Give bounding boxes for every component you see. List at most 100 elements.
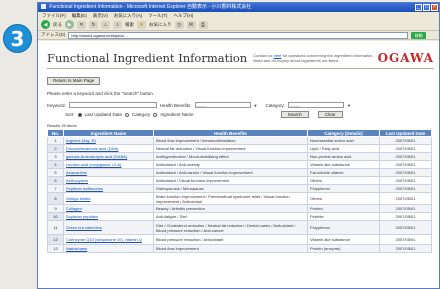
health-benefits-cell: Anti-fatigue / Diet (153, 212, 308, 221)
back-label: 戻る (53, 21, 62, 27)
window-controls: _ □ × (415, 4, 438, 11)
table-body: 1 Arginine (Arg, R) Blood flow improvement… (47, 136, 432, 253)
search-row: Keyword: Health Benefits: ------- ▼ Cate… (47, 102, 434, 108)
menu-view[interactable]: 表示(V) (93, 12, 108, 19)
row-number: 4 (47, 160, 64, 169)
row-number: 5 (47, 168, 64, 177)
row-number: 7 (47, 184, 64, 193)
minimize-button[interactable]: _ (415, 4, 422, 11)
date-cell: 2007/05/01 (379, 144, 432, 153)
date-cell: 2007/05/01 (379, 136, 432, 145)
date-cell: 2007/05/01 (379, 168, 432, 177)
col-header-date[interactable]: Last Updated Date (379, 129, 432, 137)
ingredient-name-link[interactable]: Green tea catechins (63, 220, 154, 235)
mail-icon[interactable]: ✉ (186, 20, 196, 29)
print-icon[interactable]: ⎙ (198, 20, 208, 29)
ingredient-name-link[interactable]: Arginine (Arg, R) (63, 136, 154, 145)
sort-date-radio[interactable] (77, 112, 82, 117)
ingredient-name-link[interactable]: Linoleic acid (conjugated, CLA) (63, 160, 154, 169)
keyword-input[interactable] (68, 102, 157, 108)
table-row: 5 Astaxanthin Antioxidant / Anti-cancer / … (47, 168, 432, 177)
row-number: 6 (47, 176, 64, 185)
sort-label: Sort: (65, 112, 75, 117)
ingredient-name-link[interactable]: Anthocyanin (63, 176, 154, 185)
ingredient-name-link[interactable]: Coenzyme Q10 (ubiquinone 10), vitamin Q (63, 234, 154, 245)
table-row: 6 Anthocyanin Antioxidant / Visual functio… (47, 176, 432, 185)
stop-icon[interactable]: ✕ (77, 20, 86, 29)
category-cell: Protein (enzyme) (307, 244, 380, 253)
date-cell: 2007/05/01 (379, 176, 432, 185)
table-row: 1 Arginine (Arg, R) Blood flow improvement… (47, 136, 432, 145)
back-arrow-icon: ◀ (43, 21, 48, 28)
date-cell: 2007/05/01 (379, 204, 432, 213)
sort-category-radio[interactable] (125, 112, 130, 117)
address-input[interactable]: http://www4.ogawa.net/topics/... (68, 31, 409, 39)
table-row: 11 Green tea catechins Diet / Cholesterol … (47, 220, 432, 235)
health-benefits-cell: Antioxidant / Anti-cancer / Visual funct… (153, 168, 308, 177)
date-cell: 2007/05/01 (379, 152, 432, 161)
category-cell: Polyphenol (307, 220, 380, 235)
category-cell: Fat-soluble vitamin (307, 168, 380, 177)
favorites-label[interactable]: お気に入り (149, 22, 172, 28)
ingredient-name-link[interactable]: Astaxanthin (63, 168, 154, 177)
search-icon[interactable]: ⌕ (113, 20, 122, 29)
col-header-benefits[interactable]: Health Benefits (153, 129, 308, 137)
return-main-button[interactable]: Return to Main Page (47, 77, 101, 85)
menu-edit[interactable]: 編集(E) (72, 12, 87, 19)
home-icon[interactable]: ⌂ (101, 20, 110, 29)
col-header-no[interactable]: No. (47, 129, 64, 137)
health-benefits-cell: Brain function improvement / Premenstrua… (153, 192, 308, 205)
row-number: 10 (47, 212, 64, 221)
forward-button[interactable]: ▶ (65, 20, 74, 29)
row-number: 3 (47, 152, 64, 161)
menu-favorites[interactable]: お気に入り(A) (114, 12, 143, 19)
sort-name-radio[interactable] (153, 112, 158, 117)
note-suffix: for questions concerning the ingredient … (253, 52, 373, 63)
maximize-button[interactable]: □ (423, 4, 430, 11)
col-header-category[interactable]: Category (Details) (307, 129, 380, 137)
close-button[interactable]: × (431, 4, 438, 11)
benefits-select[interactable]: ------- (194, 102, 251, 108)
category-select[interactable]: ------- (288, 102, 345, 108)
go-button[interactable]: 移動 (411, 31, 427, 39)
ingredient-name-link[interactable]: Ginkgo biloba (63, 192, 154, 205)
browser-toolbar: ◀ 戻る ▶ ✕ ↻ ⌂ ⌕ 検索 ★ お気に入り ◷ ✉ ⎙ (38, 19, 439, 31)
keyword-label: Keyword: (47, 102, 66, 108)
back-button[interactable]: ◀ (41, 20, 50, 29)
forward-arrow-icon: ▶ (67, 21, 72, 28)
refresh-icon[interactable]: ↻ (89, 20, 98, 29)
favorites-icon[interactable]: ★ (137, 20, 146, 29)
category-cell: Protein (307, 204, 380, 213)
row-number: 1 (47, 136, 64, 145)
search-button[interactable]: Search (280, 111, 309, 118)
health-benefits-cell: Antioxidant / Visual function improvemen… (153, 176, 308, 185)
ingredient-name-link[interactable]: Docosahexaenoic acid (DHA) (63, 144, 154, 153)
category-label: Category: (265, 102, 286, 108)
date-cell: 2007/05/01 (379, 192, 432, 205)
ingredient-name-link[interactable]: Collagen (63, 204, 154, 213)
health-benefits-cell: Antioxidant / Anti-obesity (153, 160, 308, 169)
search-label[interactable]: 検索 (125, 22, 134, 28)
ingredient-name-link[interactable]: gamma-Aminobutyric acid (GABA) (63, 152, 154, 161)
menu-file[interactable]: ファイル(F) (42, 12, 66, 19)
ingredient-name-link[interactable]: Nattokinase (63, 244, 154, 253)
table-row: 12 Coenzyme Q10 (ubiquinone 10), vitamin … (47, 234, 432, 245)
menu-help[interactable]: ヘルプ(H) (174, 12, 194, 19)
menu-tools[interactable]: ツール(T) (148, 12, 167, 19)
health-benefits-cell: Beauty / Arthritis prevention (153, 204, 308, 213)
history-icon[interactable]: ◷ (174, 20, 184, 29)
chevron-down-icon: ▼ (347, 102, 351, 108)
step-badge: 3 (3, 24, 32, 53)
search-instruction: Please enter a keyword and click the "Se… (47, 91, 155, 96)
category-cell: Others (307, 176, 380, 185)
ingredient-name-link[interactable]: Soybean isoflavones (63, 184, 154, 193)
health-benefits-cell: Osteoporosis / Menopause (153, 184, 308, 193)
browser-window: Functional Ingredient Information - Micr… (37, 2, 440, 289)
clear-button[interactable]: Clear (317, 111, 343, 118)
col-header-ingredient[interactable]: Ingredient Name (63, 129, 154, 137)
row-number: 2 (47, 144, 64, 153)
health-benefits-cell: Neutral fat reduction / Visual function … (153, 144, 308, 153)
ingredient-name-link[interactable]: Soybean peptides (63, 212, 154, 221)
table-row: 9 Collagen Beauty / Arthritis prevention Pr… (47, 204, 432, 213)
ingredient-table: No. Ingredient Name Health Benefits Cate… (47, 129, 432, 253)
